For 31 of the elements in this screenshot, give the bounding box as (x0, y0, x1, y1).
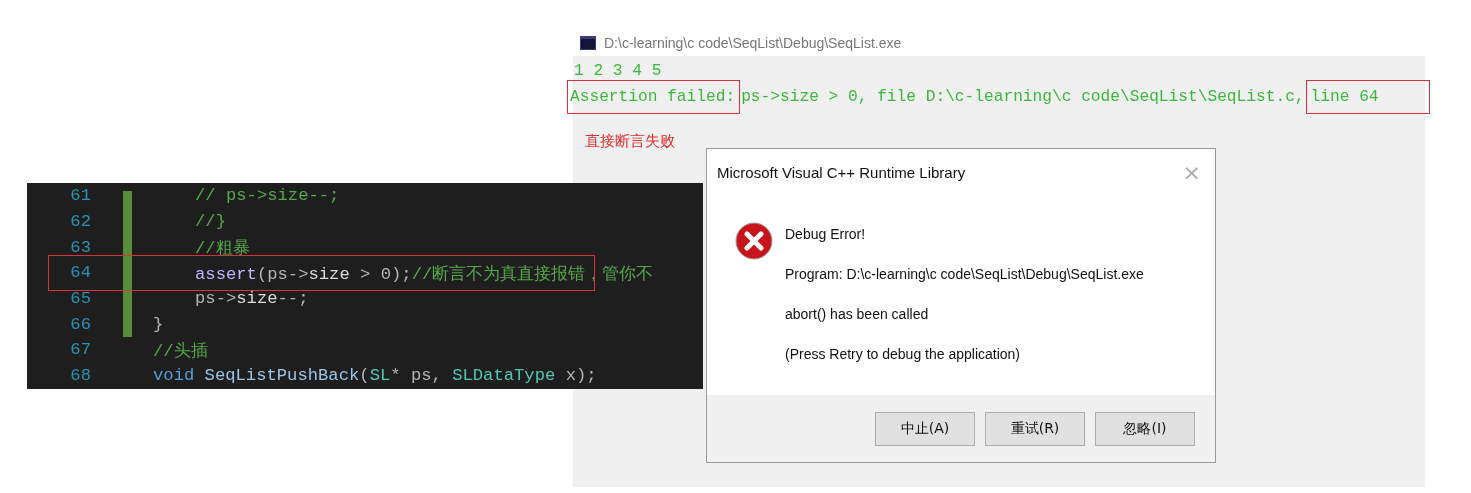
line-number: 68 (69, 366, 91, 386)
console-output: 1 2 3 4 5 (573, 61, 663, 82)
console-output: ps->size > 0, file D:\c-learning\c code\SeqList\SeqList.c, (740, 87, 1306, 108)
line-number: 66 (69, 314, 91, 334)
dialog-message: Program: D:\c-learning\c code\SeqList\Debug\SeqList.exe (785, 265, 1144, 284)
code-line: //粗暴 (195, 238, 250, 260)
code-line: //头插 (153, 340, 208, 362)
dialog-message: abort() has been called (785, 305, 930, 324)
line-number: 64 (69, 263, 91, 283)
code-line: // ps->size--; (195, 186, 340, 206)
code-line: } (153, 314, 164, 334)
dialog-message: (Press Retry to debug the application) (785, 345, 1021, 364)
code-line: void SeqListPushBack(SL* ps, SLDataType x); (153, 366, 597, 386)
dialog-message: Debug Error! (785, 225, 867, 244)
console-icon (580, 36, 596, 50)
line-number: 61 (69, 186, 91, 206)
code-line: ps->size--; (195, 289, 309, 309)
dialog-title: Microsoft Visual C++ Runtime Library (717, 163, 966, 181)
error-icon (735, 222, 773, 260)
dialog-button[interactable]: 重试(R) (985, 411, 1085, 446)
line-number: 62 (69, 212, 91, 232)
line-number: 65 (69, 289, 91, 309)
code-line: //} (195, 212, 226, 232)
highlighted-output: line 64 (1305, 80, 1430, 114)
line-number: 63 (69, 237, 91, 257)
dialog-button[interactable]: 忽略(I) (1095, 411, 1195, 446)
annotation-text: 直接断言失败 (585, 132, 675, 151)
dialog-button[interactable]: 中止(A) (875, 411, 975, 446)
window-title: D:\c-learning\c code\SeqList\Debug\SeqList.exe (604, 35, 902, 51)
highlighted-output: Assertion failed: (567, 80, 741, 114)
line-number: 67 (69, 340, 91, 360)
